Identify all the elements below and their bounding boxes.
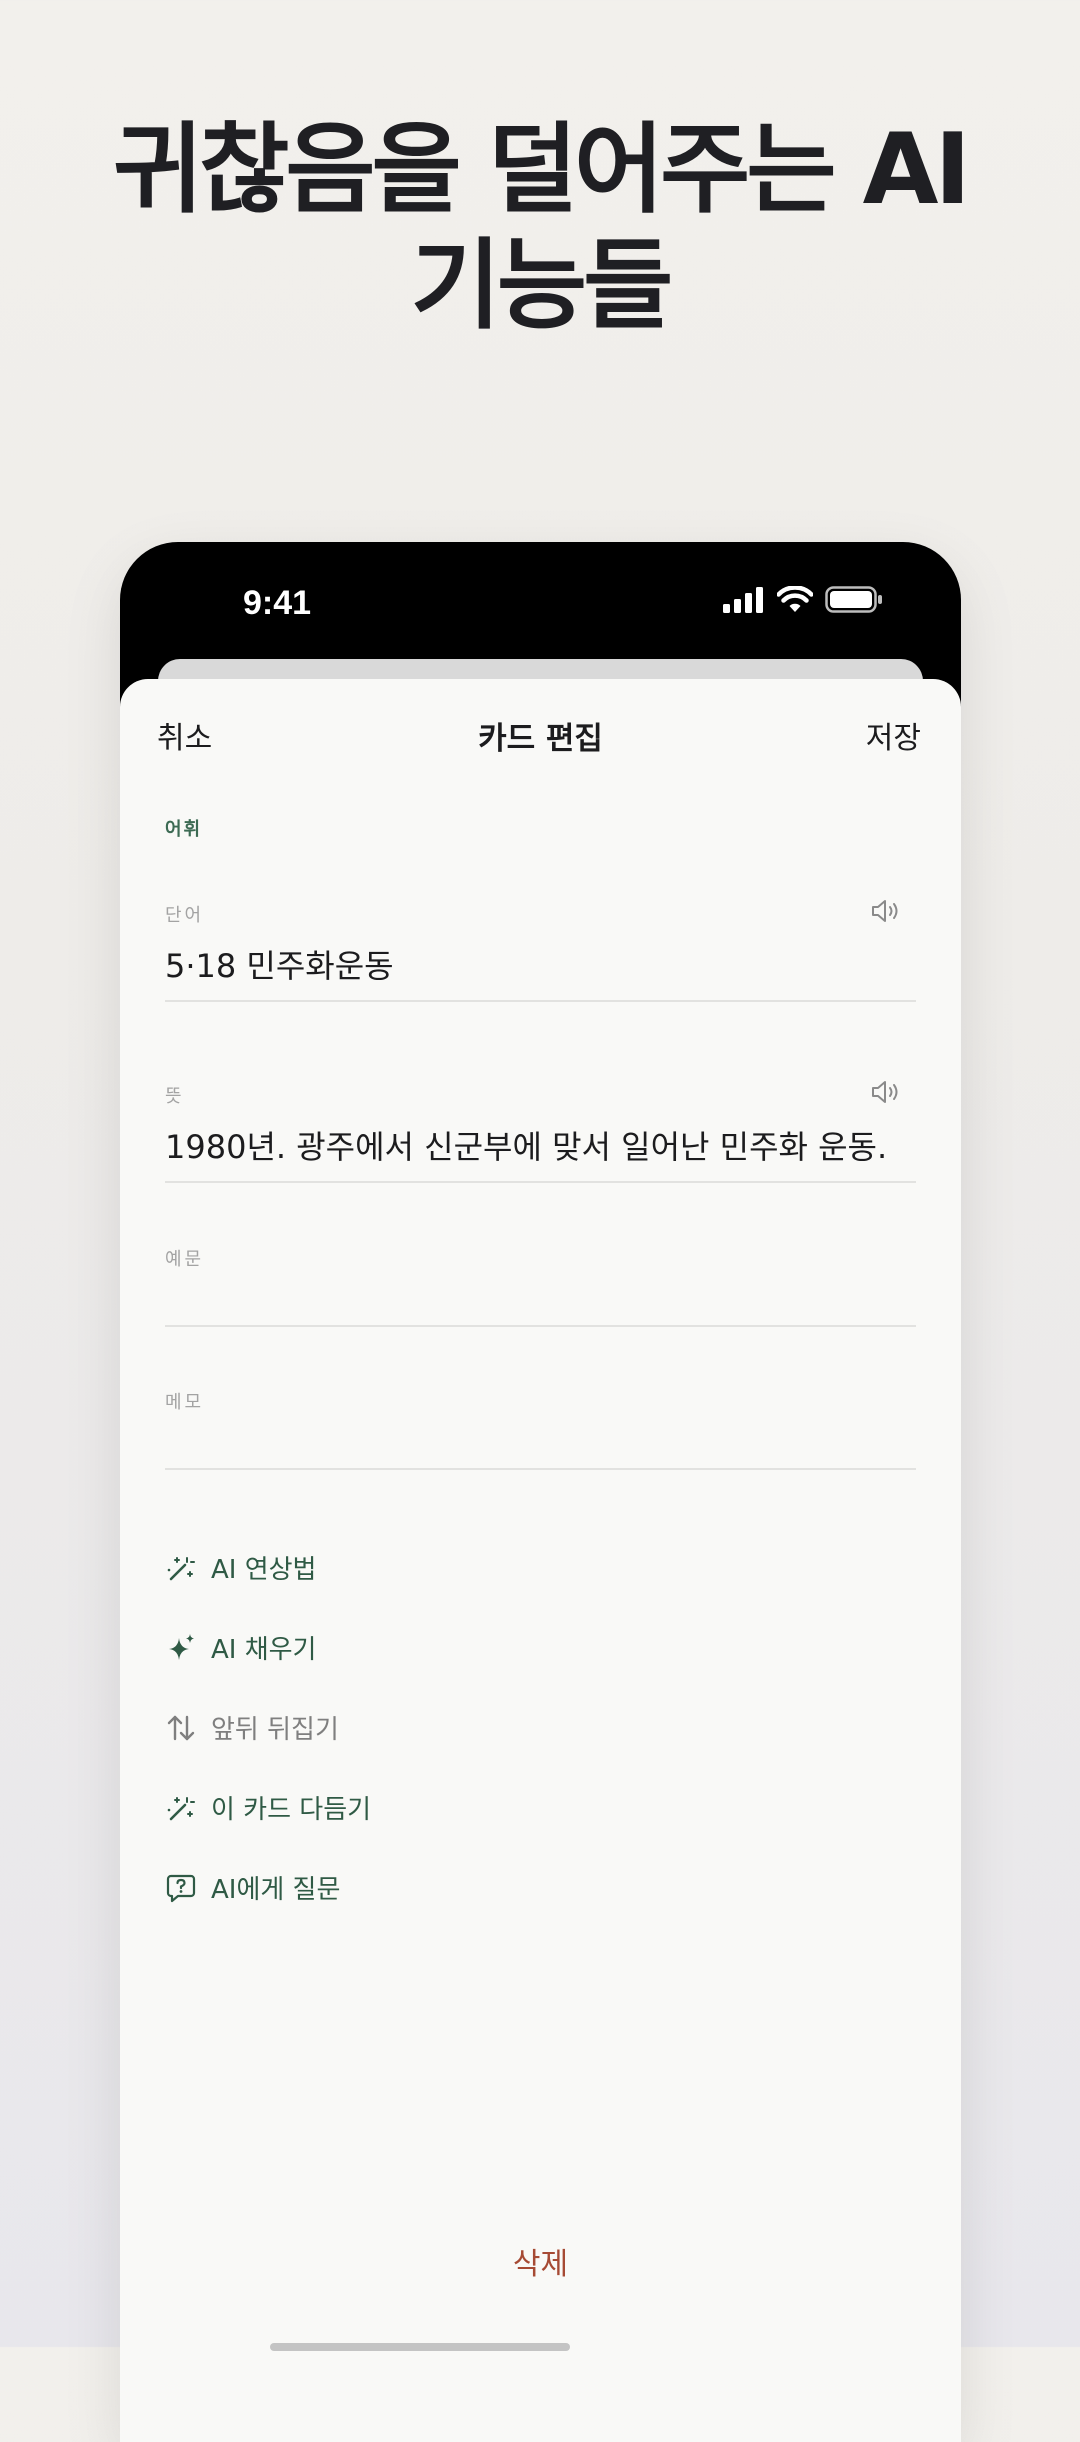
meaning-field[interactable]: 뜻 1980년. 광주에서 신군부에 맞서 일어난 민주화 운동. <box>165 1081 916 1192</box>
word-field-divider <box>165 1000 916 1002</box>
sparkles-icon <box>165 1632 197 1664</box>
flip-sides-label: 앞뒤 뒤집기 <box>211 1715 339 1745</box>
headline-line-2: 기능들 <box>410 229 673 343</box>
question-bubble-icon <box>165 1872 197 1904</box>
word-field[interactable]: 단어 5·18 민주화운동 <box>165 900 916 1011</box>
headline: 귀찮음을 덜어주는 AI 기능들 <box>0 112 1080 344</box>
ask-ai-button[interactable]: AI에게 질문 <box>165 1869 340 1906</box>
speaker-icon[interactable] <box>870 1078 902 1106</box>
meaning-field-divider <box>165 1181 916 1183</box>
ai-mnemonic-button[interactable]: AI 연상법 <box>165 1549 316 1586</box>
battery-icon <box>825 586 882 613</box>
nav-title: 카드 편집 <box>478 721 603 757</box>
refine-card-button[interactable]: 이 카드 다듬기 <box>165 1789 371 1826</box>
memo-field[interactable]: 메모 <box>165 1388 916 1488</box>
example-field-divider <box>165 1325 916 1327</box>
refine-card-label: 이 카드 다듬기 <box>211 1795 372 1825</box>
memo-field-label: 메모 <box>165 1392 205 1413</box>
swap-vertical-icon <box>165 1712 197 1744</box>
example-field-label: 예문 <box>165 1249 205 1270</box>
save-button[interactable]: 저장 <box>866 713 921 757</box>
phone-mockup: 9:41 취소 카드 편집 저장 어휘 단어 5·18 민주화운동 뜻 1980… <box>120 542 961 2442</box>
edit-card-sheet: 취소 카드 편집 저장 어휘 단어 5·18 민주화운동 뜻 1980년. 광주… <box>120 679 961 2442</box>
ask-ai-label: AI에게 질문 <box>211 1875 341 1905</box>
ai-fill-button[interactable]: AI 채우기 <box>165 1629 316 1666</box>
nav-bar: 취소 카드 편집 저장 <box>120 679 961 789</box>
status-bar: 9:41 <box>120 542 961 662</box>
example-field[interactable]: 예문 <box>165 1245 916 1345</box>
status-time: 9:41 <box>243 584 312 622</box>
ai-mnemonic-label: AI 연상법 <box>211 1555 317 1585</box>
delete-button[interactable]: 삭제 <box>120 2239 961 2283</box>
meaning-field-label: 뜻 <box>165 1086 185 1107</box>
speaker-icon[interactable] <box>870 897 902 925</box>
flip-sides-button[interactable]: 앞뒤 뒤집기 <box>165 1709 339 1746</box>
status-icons <box>723 586 883 613</box>
headline-line-1: 귀찮음을 덜어주는 AI <box>113 113 971 227</box>
magic-wand-icon <box>165 1792 197 1824</box>
section-label: 어휘 <box>165 819 203 840</box>
wifi-icon <box>777 586 813 612</box>
ai-fill-label: AI 채우기 <box>211 1635 317 1665</box>
word-field-label: 단어 <box>165 905 205 926</box>
magic-wand-icon <box>165 1552 197 1584</box>
home-indicator <box>270 2343 570 2351</box>
memo-field-divider <box>165 1468 916 1470</box>
word-field-value[interactable]: 5·18 민주화운동 <box>165 941 394 987</box>
cellular-signal-icon <box>723 586 763 613</box>
meaning-field-value[interactable]: 1980년. 광주에서 신군부에 맞서 일어난 민주화 운동. <box>165 1122 887 1168</box>
